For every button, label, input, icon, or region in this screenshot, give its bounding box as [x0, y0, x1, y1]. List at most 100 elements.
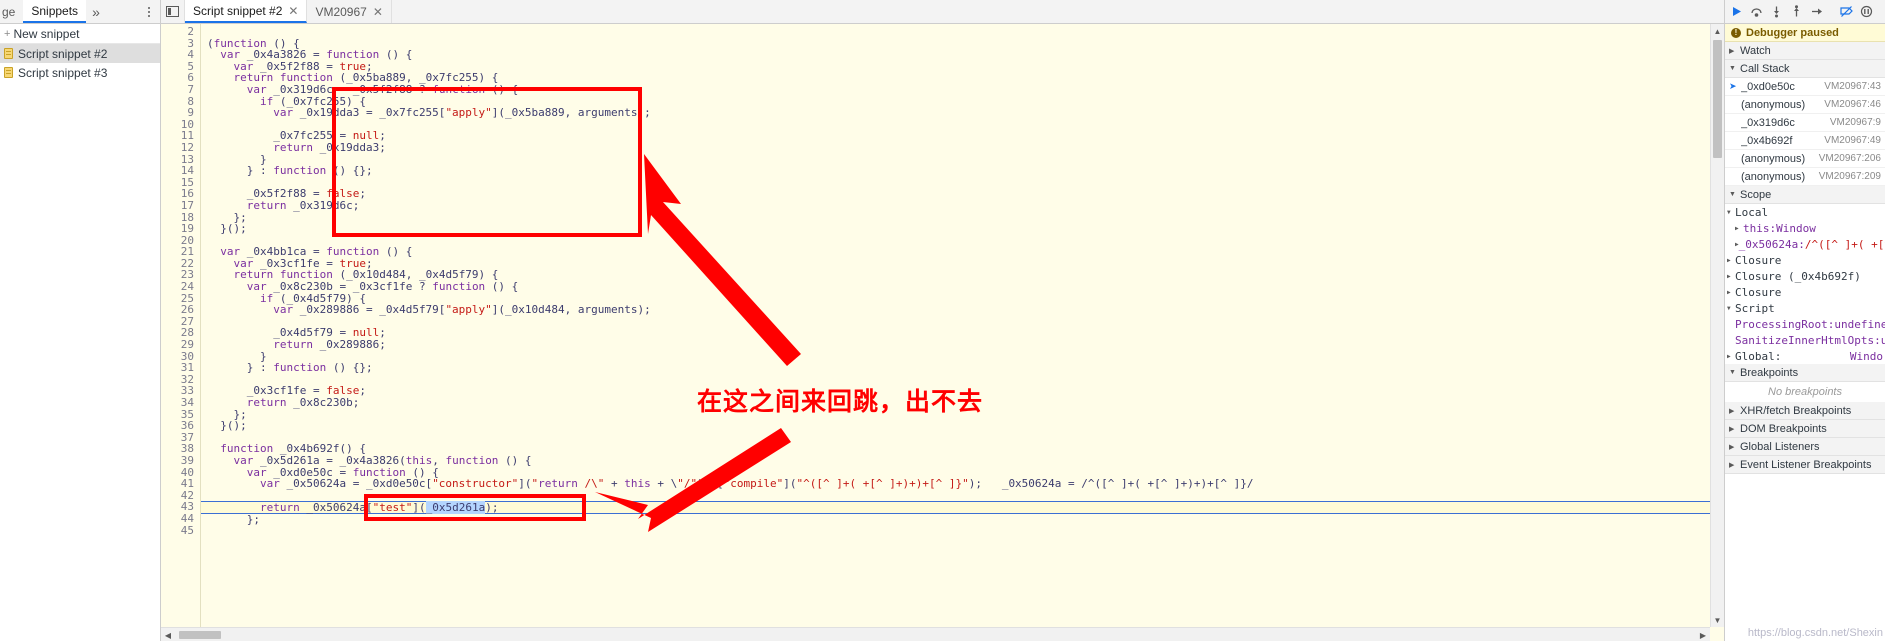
code-line[interactable] — [201, 432, 1724, 444]
scope-row[interactable]: ▶ Closure — [1725, 284, 1885, 300]
code-editor[interactable]: 2 3 4 5 6 7 8 9 10 11 12 13 14 15 16 17 18 19 20 21 22 23 24 25… — [161, 24, 1724, 641]
line-number[interactable]: 17 — [161, 200, 200, 212]
code-line[interactable] — [201, 316, 1724, 328]
scroll-down-icon[interactable]: ▼ — [1711, 613, 1724, 627]
line-number[interactable]: 44 — [161, 513, 200, 525]
step-icon[interactable] — [1807, 2, 1825, 22]
code-line[interactable]: return _0x50624a["test"](_0x5d261a); — [201, 501, 1724, 515]
code-line[interactable]: return _0x19dda3; — [201, 142, 1724, 154]
step-out-icon[interactable] — [1787, 2, 1805, 22]
code-line[interactable]: var _0x50624a = _0xd0e50c["constructor"]… — [201, 478, 1724, 490]
line-number[interactable]: 24 — [161, 281, 200, 293]
editor-vertical-scrollbar[interactable]: ▲ ▼ — [1710, 24, 1724, 627]
section-header-global-listeners[interactable]: ▶ Global Listeners — [1725, 438, 1885, 456]
scroll-right-icon[interactable]: ▶ — [1696, 628, 1710, 641]
code-line[interactable]: _0x4d5f79 = null; — [201, 327, 1724, 339]
line-number[interactable]: 2 — [161, 26, 200, 38]
nav-tab-snippets[interactable]: Snippets — [23, 0, 87, 23]
call-stack-row[interactable]: (anonymous) VM20967:46 — [1725, 96, 1885, 114]
code-line[interactable]: return _0x319d6c; — [201, 200, 1724, 212]
line-number[interactable]: 29 — [161, 339, 200, 351]
code-line[interactable] — [201, 374, 1724, 386]
nav-tab-page[interactable]: ge — [0, 0, 23, 23]
line-number[interactable]: 8 — [161, 95, 200, 108]
line-number[interactable]: 14 — [161, 165, 200, 177]
line-number[interactable]: 9 — [161, 107, 200, 119]
section-header-call-stack[interactable]: ▼ Call Stack — [1725, 60, 1885, 78]
pause-on-exceptions-icon[interactable] — [1857, 2, 1875, 22]
code-line[interactable]: }; — [201, 514, 1724, 526]
code-line[interactable]: var _0x19dda3 = _0x7fc255["apply"](_0x5b… — [201, 107, 1724, 119]
section-header-dom-breakpoints[interactable]: ▶ DOM Breakpoints — [1725, 420, 1885, 438]
code-line[interactable] — [201, 26, 1724, 38]
scope-row[interactable]: ▼ Script — [1725, 300, 1885, 316]
scrollbar-thumb-h[interactable] — [179, 631, 221, 639]
scope-row[interactable]: SanitizeInnerHtmlOpts: unde — [1725, 332, 1885, 348]
call-stack-row[interactable]: _0x319d6c VM20967:9 — [1725, 114, 1885, 132]
code-line[interactable] — [201, 119, 1724, 131]
editor-horizontal-scrollbar[interactable]: ◀ ▶ — [161, 627, 1710, 641]
new-snippet-button[interactable]: + New snippet — [0, 24, 160, 44]
nav-tab-more-icon[interactable]: » — [86, 0, 106, 23]
code-line[interactable]: var _0x5d261a = _0x4a3826(this, function… — [201, 455, 1724, 467]
line-number[interactable]: 45 — [161, 524, 200, 537]
scope-row[interactable]: ▶ Closure (_0x4b692f) — [1725, 268, 1885, 284]
line-number[interactable]: 4 — [161, 49, 200, 61]
scope-row[interactable]: ProcessingRoot: undefined — [1725, 316, 1885, 332]
code-line[interactable]: _0x5f2f88 = false; — [201, 188, 1724, 200]
play-icon[interactable] — [1727, 2, 1745, 22]
call-stack-row[interactable]: _0x4b692f VM20967:49 — [1725, 132, 1885, 150]
section-header-event-listener-breakpoints[interactable]: ▶ Event Listener Breakpoints — [1725, 456, 1885, 474]
vertical-dots-icon[interactable] — [144, 0, 160, 23]
editor-tab-script-snippet-2[interactable]: Script snippet #2 ✕ — [185, 0, 308, 23]
code-line[interactable]: } : function () {}; — [201, 165, 1724, 177]
scroll-up-icon[interactable]: ▲ — [1711, 24, 1724, 38]
call-stack-row[interactable]: (anonymous) VM20967:206 — [1725, 150, 1885, 168]
section-header-xhr-breakpoints[interactable]: ▶ XHR/fetch Breakpoints — [1725, 402, 1885, 420]
line-number[interactable]: 3 — [161, 37, 200, 50]
code-line[interactable] — [201, 526, 1724, 538]
code-line[interactable]: }(); — [201, 223, 1724, 235]
code-line[interactable]: return _0x8c230b; — [201, 397, 1724, 409]
line-number[interactable]: 41 — [161, 478, 200, 490]
call-stack-row[interactable]: (anonymous) VM20967:209 — [1725, 168, 1885, 186]
call-stack-row[interactable]: ➤ _0xd0e50c VM20967:43 — [1725, 78, 1885, 96]
line-number[interactable]: 34 — [161, 397, 200, 409]
line-number[interactable]: 39 — [161, 455, 200, 467]
code-line[interactable]: }; — [201, 408, 1724, 421]
show-navigator-icon[interactable] — [161, 0, 185, 23]
section-header-watch[interactable]: ▶ Watch — [1725, 42, 1885, 60]
code-line[interactable]: } — [201, 153, 1724, 166]
line-number[interactable]: 7 — [161, 84, 200, 96]
scope-row[interactable]: ▶ Closure — [1725, 252, 1885, 268]
code-line[interactable]: } : function () {}; — [201, 362, 1724, 374]
line-number[interactable]: 12 — [161, 142, 200, 154]
code-line[interactable] — [201, 490, 1724, 502]
step-into-icon[interactable] — [1767, 2, 1785, 22]
line-number[interactable]: 5 — [161, 61, 200, 73]
scroll-left-icon[interactable]: ◀ — [161, 628, 175, 641]
line-number[interactable]: 6 — [161, 72, 200, 84]
scope-row[interactable]: ▶ this: Window — [1725, 220, 1885, 236]
close-icon[interactable]: ✕ — [288, 5, 298, 17]
snippet-item-3[interactable]: Script snippet #3 — [0, 63, 160, 82]
code-line[interactable]: var _0x4a3826 = function () { — [201, 49, 1724, 61]
scope-row[interactable]: ▶_0x50624a: /^([^ ]+( +[^ ]+ — [1725, 236, 1885, 252]
deactivate-breakpoints-icon[interactable] — [1837, 2, 1855, 22]
step-over-icon[interactable] — [1747, 2, 1765, 22]
close-icon[interactable]: ✕ — [373, 6, 383, 18]
section-header-scope[interactable]: ▼ Scope — [1725, 186, 1885, 204]
code-line[interactable]: _0x7fc255 = null; — [201, 130, 1724, 142]
scrollbar-thumb[interactable] — [1713, 40, 1722, 158]
code-line[interactable]: } — [201, 351, 1724, 363]
code-line[interactable]: }; — [201, 211, 1724, 224]
code-line[interactable]: var _0x4bb1ca = function () { — [201, 246, 1724, 258]
code-line[interactable]: var _0x289886 = _0x4d5f79["apply"](_0x10… — [201, 304, 1724, 316]
snippet-item-2[interactable]: Script snippet #2 — [0, 44, 160, 63]
code-content[interactable]: (function () { var _0x4a3826 = function … — [201, 24, 1724, 641]
editor-tab-vm20967[interactable]: VM20967 ✕ — [307, 0, 392, 23]
scope-row[interactable]: ▶ Global: Windo — [1725, 348, 1885, 364]
code-line[interactable] — [201, 177, 1724, 189]
code-line[interactable]: (function () { — [201, 37, 1724, 50]
scope-row[interactable]: ▼ Local — [1725, 204, 1885, 220]
